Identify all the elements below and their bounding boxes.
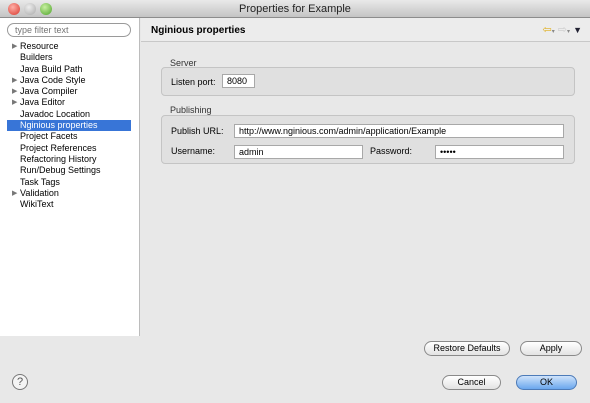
- username-input[interactable]: [234, 145, 363, 159]
- listen-port-label: Listen port:: [171, 77, 216, 87]
- server-group: Listen port:: [161, 67, 575, 96]
- chevron-down-icon[interactable]: ▼: [573, 25, 582, 35]
- tree-item[interactable]: Builders: [7, 52, 131, 63]
- tree-item[interactable]: Run/Debug Settings: [7, 165, 131, 176]
- expand-triangle-icon[interactable]: ▶: [12, 86, 17, 97]
- tree-item[interactable]: Project References: [7, 143, 131, 154]
- tree-item[interactable]: Nginious properties: [7, 120, 131, 132]
- tree-item-label: WikiText: [20, 199, 54, 210]
- page-header: Nginious properties ⇦▾ ⇨▾ ▼: [141, 18, 590, 42]
- restore-defaults-button[interactable]: Restore Defaults: [424, 341, 510, 356]
- tree-item-label: Validation: [20, 187, 59, 198]
- close-window-button[interactable]: [8, 3, 20, 15]
- zoom-window-button[interactable]: [40, 3, 52, 15]
- cancel-button[interactable]: Cancel: [442, 375, 501, 390]
- tree-item[interactable]: WikiText: [7, 199, 131, 210]
- tree-item[interactable]: Javadoc Location: [7, 109, 131, 120]
- publishing-group-label: Publishing: [170, 105, 212, 115]
- password-label: Password:: [370, 146, 413, 156]
- tree-item-label: Project References: [20, 142, 97, 153]
- tree-item[interactable]: ▶ Validation: [7, 188, 131, 199]
- tree-item[interactable]: ▶ Resource: [7, 41, 131, 52]
- tree-item-label: Nginious properties: [20, 120, 98, 131]
- tree-item[interactable]: Task Tags: [7, 177, 131, 188]
- expand-triangle-icon[interactable]: ▶: [12, 75, 17, 86]
- property-tree: ▶ Resource Builders Java Build Path ▶ Java Co…: [7, 41, 131, 210]
- tree-item[interactable]: ▶ Java Compiler: [7, 86, 131, 97]
- publish-url-label: Publish URL:: [171, 126, 224, 136]
- tree-item[interactable]: ▶ Java Code Style: [7, 75, 131, 86]
- password-input[interactable]: [435, 145, 564, 159]
- title-bar: Properties for Example: [0, 0, 590, 18]
- listen-port-input[interactable]: [222, 74, 255, 88]
- tree-item-label: Java Editor: [20, 97, 66, 108]
- tree-item[interactable]: Refactoring History: [7, 154, 131, 165]
- tree-item-label: Java Code Style: [20, 74, 86, 85]
- window-title: Properties for Example: [239, 3, 351, 15]
- tree-item-label: Java Compiler: [20, 86, 78, 97]
- tree-item-label: Project Facets: [20, 131, 78, 142]
- sidebar: ▶ResourceBuildersJava Build Path▶Java Co…: [0, 18, 140, 336]
- tree-item-label: Refactoring History: [20, 153, 97, 164]
- expand-triangle-icon[interactable]: ▶: [12, 41, 17, 52]
- tree-item-label: Javadoc Location: [20, 108, 91, 119]
- help-icon[interactable]: ?: [12, 374, 28, 390]
- tree-item[interactable]: ▶ Java Editor: [7, 97, 131, 108]
- arrow-left-icon[interactable]: ⇦: [542, 24, 551, 36]
- tree-item-label: Task Tags: [20, 176, 60, 187]
- page-title: Nginious properties: [151, 25, 246, 36]
- tree-item[interactable]: Java Build Path: [7, 64, 131, 75]
- filter-input[interactable]: [7, 23, 131, 37]
- expand-triangle-icon[interactable]: ▶: [12, 188, 17, 199]
- tree-item-label: Resource: [20, 41, 59, 51]
- expand-triangle-icon[interactable]: ▶: [12, 97, 17, 108]
- tree-item[interactable]: Project Facets: [7, 131, 131, 142]
- minimize-window-button[interactable]: [24, 3, 36, 15]
- tree-item-label: Builders: [20, 52, 53, 63]
- ok-button[interactable]: OK: [516, 375, 577, 390]
- arrow-right-icon[interactable]: ⇨: [558, 24, 567, 36]
- tree-item-label: Run/Debug Settings: [20, 165, 101, 176]
- publishing-group: Publish URL: Username: Password:: [161, 115, 575, 164]
- apply-button[interactable]: Apply: [520, 341, 582, 356]
- username-label: Username:: [171, 146, 216, 156]
- publish-url-input[interactable]: [234, 124, 564, 138]
- tree-item-label: Java Build Path: [20, 63, 83, 74]
